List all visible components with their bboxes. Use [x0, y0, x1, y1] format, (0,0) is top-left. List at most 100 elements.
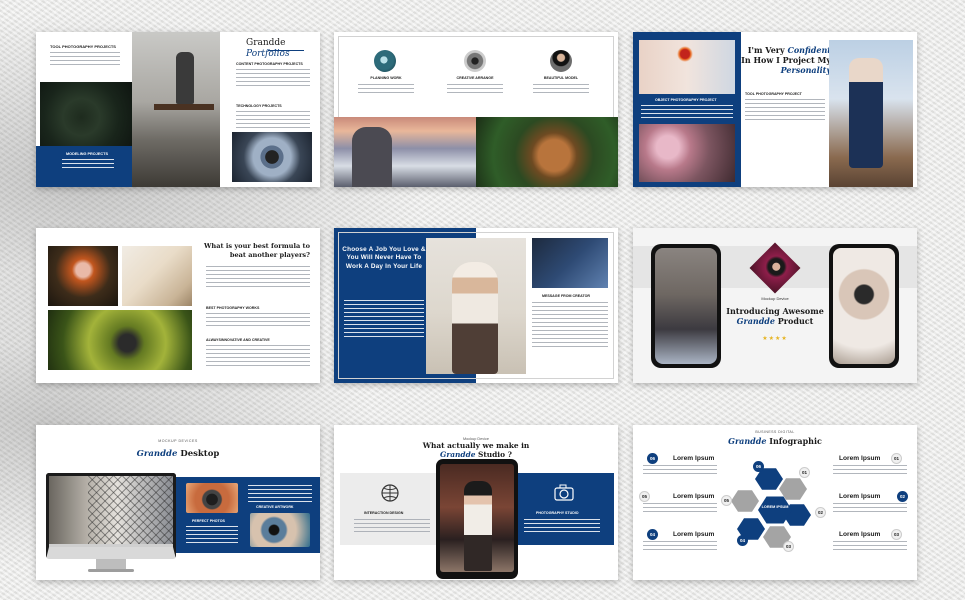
photo-camera-flatlay	[186, 483, 238, 513]
headline-post: In How I Project My	[741, 54, 831, 65]
section-tool-text	[745, 99, 825, 121]
right-number-03: 03	[891, 529, 902, 540]
intro-title-line2: Grandde Product	[725, 316, 825, 326]
message-label: MESSAGE FROM CREATOR	[542, 294, 590, 298]
mockup-caption: Mockup Device	[761, 296, 789, 301]
icon-creative-photo	[464, 50, 486, 72]
right-item-text-2	[833, 503, 907, 515]
desktop-kicker: MOCKUP DEVICES	[158, 439, 198, 443]
photo-woman-figure	[849, 58, 883, 168]
label-photography-text	[524, 519, 600, 535]
hex-segment-left	[731, 490, 759, 512]
left-item-text-1	[643, 465, 717, 477]
label-creative-artwork: CREATIVE ARTWORK	[256, 505, 294, 509]
right-number-01: 01	[891, 453, 902, 464]
photo-lens-hand	[232, 132, 312, 182]
section-best-text	[206, 313, 310, 329]
left-item-title-3: Lorem Ipsum	[673, 531, 715, 538]
monitor-fence-overlay	[88, 476, 173, 544]
label-perfect-text	[186, 526, 238, 544]
photo-person-figure	[176, 52, 194, 104]
brand-word: Grandde	[246, 38, 286, 48]
caption-text	[62, 159, 114, 171]
studio-title-line1: What actually we make in	[422, 441, 530, 450]
icon-model-photo	[550, 50, 572, 72]
label-interaction-text	[354, 519, 430, 535]
camera-icon	[552, 481, 576, 505]
studio-title-brand: Grandde	[440, 450, 476, 460]
slide-thumbnail-quote[interactable]: Choose A Job You Love & You Will Never H…	[334, 228, 618, 383]
section-best-works: BEST PHOTOGRAPHY WORKS	[206, 306, 260, 310]
label-photography-studio: PHOTOGRAPHY STUDIO	[536, 511, 579, 515]
tablet-model-figure	[464, 481, 492, 571]
photo-forest-camera	[48, 310, 192, 370]
slide-thumbnail-formula[interactable]: What is your best formula to beat anothe…	[36, 228, 320, 383]
slide-thumbnail-personality[interactable]: OBJECT PHOTOGRAPHY PROJECT I'm Very Conf…	[633, 32, 917, 187]
photo-flower	[677, 46, 693, 62]
label-creative: CREATIVE ARRANGE	[456, 76, 494, 80]
slide-thumbnail-studio[interactable]: Mockup Device What actually we make in G…	[334, 425, 618, 580]
ring-number-06: 06	[753, 461, 764, 472]
desktop-title-rest: Desktop	[180, 449, 220, 459]
left-number-06: 06	[647, 453, 658, 464]
formula-heading: What is your best formula to beat anothe…	[204, 242, 310, 259]
photo-camera-closeup	[40, 82, 132, 146]
ring-number-05: 05	[721, 495, 732, 506]
quote-body-text	[344, 300, 424, 340]
right-item-text-1	[833, 465, 907, 477]
section-content: CONTENT PHOTOGRAPHY PROJECTS	[236, 62, 303, 66]
photo-flowers-portrait	[48, 246, 118, 306]
left-number-04: 04	[647, 529, 658, 540]
label-model: BEAUTIFUL MODEL	[543, 76, 579, 80]
interaction-icon-svg	[381, 484, 399, 502]
ring-number-02: 02	[815, 507, 826, 518]
headline-accent: Personality	[780, 64, 831, 75]
desc-creative	[447, 84, 503, 96]
center-label: LOREM IPSUM	[761, 505, 789, 509]
phone-left-screen	[655, 248, 717, 364]
photo-glass-still	[122, 246, 192, 306]
photo-binocular-girl	[250, 513, 310, 547]
ring-number-03: 03	[783, 541, 794, 552]
section-object: OBJECT PHOTOGRAPHY PROJECT	[655, 98, 717, 102]
desc-model	[533, 84, 589, 96]
intro-title-product: Product	[777, 316, 814, 326]
camera-icon-svg	[554, 484, 574, 501]
slide-thumbnail-portfolios[interactable]: TOOL PHOTOGRAPHY PROJECTS MODELING PROJE…	[36, 32, 320, 187]
left-item-text-3	[643, 541, 717, 553]
right-item-title-2: Lorem Ipsum	[839, 493, 881, 500]
slide-thumbnail-infographic[interactable]: BUSINESS DIGITAL Grandde Infographic LOR…	[633, 425, 917, 580]
photo-hijab-figure	[452, 262, 498, 374]
studio-title: What actually we make in Grandde Studio …	[410, 441, 542, 460]
infographic-title-rest: Infographic	[769, 436, 822, 446]
section-technology-text	[236, 111, 310, 131]
right-item-text-3	[833, 541, 907, 553]
desc-planning	[358, 84, 414, 96]
desktop-title-brand: Grandde	[136, 449, 178, 459]
feature-top-text	[248, 485, 312, 503]
photo-table	[154, 104, 214, 110]
section-content-text	[236, 69, 310, 89]
message-text	[532, 302, 608, 348]
slide-thumbnail-desktop[interactable]: MOCKUP DEVICES Grandde Desktop PERFECT P…	[36, 425, 320, 580]
section-tool: TOOL PHOTOGRAPHY PROJECT	[745, 92, 802, 96]
monitor-stand	[96, 559, 126, 569]
right-item-title-3: Lorem Ipsum	[839, 531, 881, 538]
infographic-title: Grandde Infographic	[715, 436, 835, 446]
tag-label: TOOL PHOTOGRAPHY PROJECTS	[50, 44, 116, 49]
infographic-title-brand: Grandde	[728, 436, 767, 446]
desktop-title: Grandde Desktop	[128, 449, 228, 460]
ring-number-04: 04	[737, 535, 748, 546]
intro-title-brand: Grandde	[736, 316, 775, 326]
ring-number-01: 01	[799, 467, 810, 478]
slide-thumbnail-services[interactable]: PLANNING WORK CREATIVE ARRANGE BEAUTIFUL…	[334, 32, 618, 187]
photo-tree-silhouette	[532, 238, 608, 288]
slide-thumbnail-mockup-phones[interactable]: Mockup Device Introducing Awesome Grandd…	[633, 228, 917, 383]
photo-pink-blossoms	[639, 124, 735, 182]
photo-sphere-model	[476, 117, 618, 187]
right-number-02: 02	[897, 491, 908, 502]
left-item-title-1: Lorem Ipsum	[673, 455, 715, 462]
studio-title-rest: Studio ?	[478, 450, 512, 460]
brand-underline	[268, 50, 304, 51]
intro-title-line1: Introducing Awesome	[726, 306, 824, 316]
